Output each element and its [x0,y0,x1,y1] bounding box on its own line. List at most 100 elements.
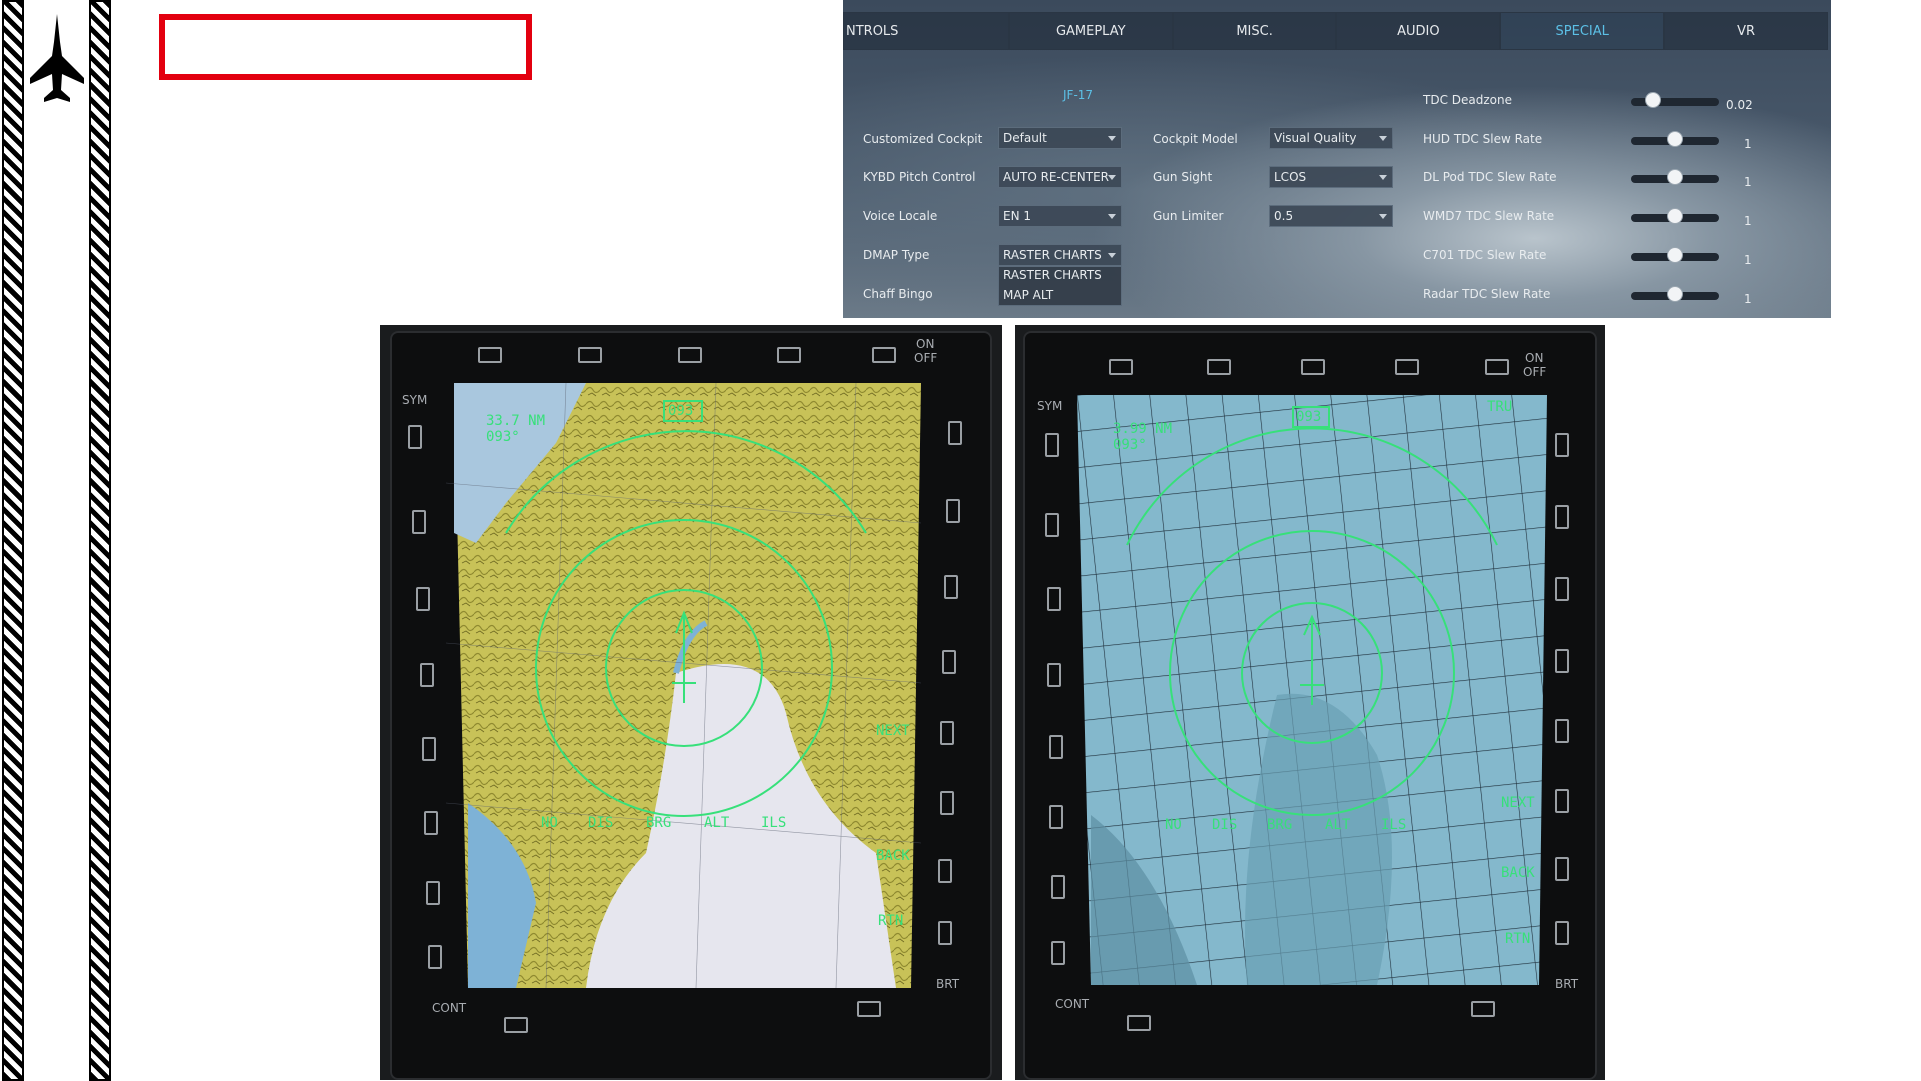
slider-knob[interactable] [1667,169,1683,185]
gun-sight-dropdown[interactable]: LCOS [1269,166,1393,188]
tab-gameplay[interactable]: GAMEPLAY [1008,12,1173,50]
osb-left-5[interactable] [422,737,436,761]
osb-left-8[interactable] [428,945,442,969]
hud-heading-box: 093 [668,403,694,419]
osb-top-3[interactable] [678,347,702,363]
osb-left-7[interactable] [1051,875,1065,899]
slider-knob[interactable] [1667,208,1683,224]
tab-special[interactable]: SPECIAL [1500,12,1665,50]
chevron-down-icon [1108,136,1116,141]
slider-knob[interactable] [1667,286,1683,302]
tab-audio[interactable]: AUDIO [1336,12,1501,50]
osb-left-6[interactable] [1049,805,1063,829]
wmd7-tdc-slew-rate-value: 1 [1744,214,1752,228]
tdc-deadzone-value: 0.02 [1726,98,1753,112]
gun-limiter-label: Gun Limiter [1153,209,1224,223]
osb-top-1[interactable] [478,347,502,363]
osb-right-6[interactable] [940,791,954,815]
slider-knob[interactable] [1667,131,1683,147]
jet-icon [30,14,84,102]
osb-left-8[interactable] [1051,941,1065,965]
dmap-type-dropdown[interactable]: RASTER CHARTS [998,244,1122,266]
c701-tdc-slew-rate-slider[interactable] [1631,247,1719,263]
left-rail-stripe [2,0,24,1081]
osb-top-2[interactable] [1207,359,1231,375]
tab-controls[interactable]: NTROLS [843,12,1009,50]
osb-top-2[interactable] [578,347,602,363]
dmap-option-raster-charts[interactable]: RASTER CHARTS [999,267,1121,287]
osb-right-5[interactable] [1555,719,1569,743]
osb-left-1[interactable] [1045,433,1059,457]
osb-left-2[interactable] [1045,513,1059,537]
dmap-type-options: RASTER CHARTS MAP ALT [998,266,1122,306]
dl-pod-tdc-slew-rate-slider[interactable] [1631,169,1719,185]
dropdown-value: Visual Quality [1274,131,1357,145]
dl-pod-tdc-slew-rate-value: 1 [1744,175,1752,189]
tab-misc[interactable]: MISC. [1172,12,1337,50]
slider-knob[interactable] [1645,92,1662,108]
left-rail-stripe-inner [89,0,111,1081]
osb-bottom-2[interactable] [857,1001,881,1017]
osb-left-4[interactable] [420,663,434,687]
tab-vr[interactable]: VR [1664,12,1828,50]
hud-header-ils: ILS [1381,817,1407,833]
hud-header-brg: BRG [1267,817,1293,833]
osb-left-7[interactable] [426,881,440,905]
osb-right-2[interactable] [946,499,960,523]
osb-left-3[interactable] [1047,587,1061,611]
osb-right-5[interactable] [940,721,954,745]
osb-top-3[interactable] [1301,359,1325,375]
osb-left-6[interactable] [424,811,438,835]
section-title: JF-17 [1063,88,1094,102]
osb-right-8[interactable] [1555,921,1569,945]
chevron-down-icon [1379,136,1387,141]
mfd-screen-raster: 33.7 NM 093° 093 NEXT BACK RTN NO DIS BR… [445,382,922,989]
osb-right-7[interactable] [1555,857,1569,881]
hud-tdc-slew-rate-slider[interactable] [1631,131,1719,147]
osb-right-3[interactable] [1555,577,1569,601]
gun-limiter-dropdown[interactable]: 0.5 [1269,205,1393,227]
osb-top-4[interactable] [1395,359,1419,375]
osb-right-7[interactable] [938,859,952,883]
osb-top-5[interactable] [872,347,896,363]
osb-left-2[interactable] [412,510,426,534]
osb-right-2[interactable] [1555,505,1569,529]
wmd7-tdc-slew-rate-slider[interactable] [1631,208,1719,224]
dl-pod-tdc-slew-rate-label: DL Pod TDC Slew Rate [1423,170,1557,184]
customized-cockpit-dropdown[interactable]: Default [998,127,1122,149]
osb-right-4[interactable] [942,650,956,674]
osb-top-4[interactable] [777,347,801,363]
osb-bottom-2[interactable] [1471,1001,1495,1017]
dmap-type-label: DMAP Type [863,248,930,262]
osb-top-1[interactable] [1109,359,1133,375]
map-alt-chart [1077,395,1547,985]
osb-left-1[interactable] [408,425,422,449]
radar-tdc-slew-rate-slider[interactable] [1631,286,1719,302]
brt-label: BRT [936,977,960,991]
kybd-pitch-control-dropdown[interactable]: AUTO RE-CENTER [998,166,1122,188]
hud-rtn-label: RTN [1505,931,1531,947]
hud-back-label: BACK [876,848,910,864]
osb-top-5[interactable] [1485,359,1509,375]
title-callout-box [159,14,532,80]
osb-right-6[interactable] [1555,789,1569,813]
osb-left-3[interactable] [416,587,430,611]
hud-tru-label: TRU [1487,399,1513,415]
voice-locale-dropdown[interactable]: EN 1 [998,205,1122,227]
osb-bottom-1[interactable] [504,1017,528,1033]
osb-left-5[interactable] [1049,735,1063,759]
osb-left-4[interactable] [1047,663,1061,687]
osb-right-4[interactable] [1555,649,1569,673]
c701-tdc-slew-rate-label: C701 TDC Slew Rate [1423,248,1547,262]
tdc-deadzone-slider[interactable] [1631,92,1719,108]
cockpit-model-dropdown[interactable]: Visual Quality [1269,127,1393,149]
hud-header-brg: BRG [646,815,672,831]
dmap-option-map-alt[interactable]: MAP ALT [999,287,1121,307]
osb-bottom-1[interactable] [1127,1015,1151,1031]
osb-right-3[interactable] [944,575,958,599]
osb-right-8[interactable] [938,921,952,945]
osb-right-1[interactable] [1555,433,1569,457]
osb-right-1[interactable] [948,421,962,445]
hud-bearing-readout: 093° [1113,437,1147,453]
slider-knob[interactable] [1667,247,1683,263]
